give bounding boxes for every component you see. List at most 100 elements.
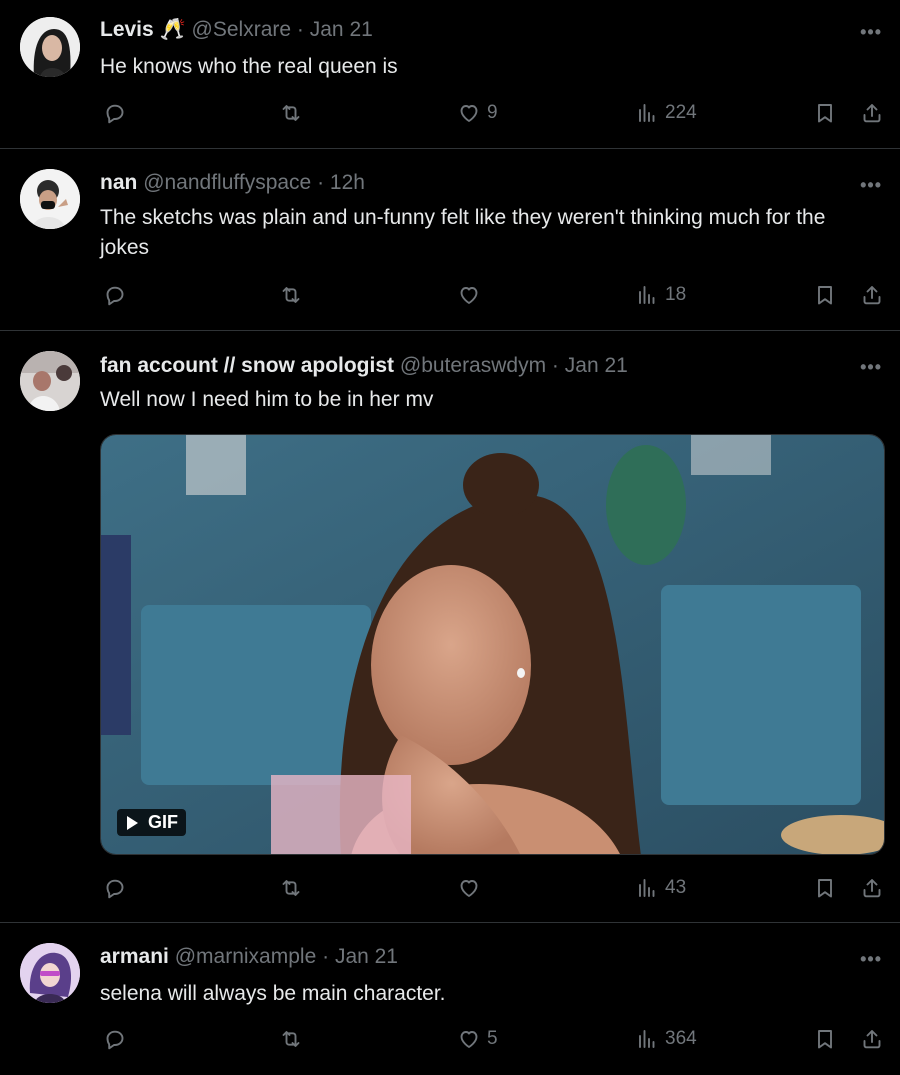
avatar[interactable] [20,169,80,229]
action-bar: 43 [0,876,900,906]
view-count: 364 [665,1028,697,1049]
separator: · [551,354,559,377]
gif-label: GIF [148,812,178,832]
avatar[interactable] [20,351,80,411]
like-icon [457,876,481,900]
views-button[interactable]: 224 [635,101,697,125]
avatar-photo [20,351,80,411]
action-bar: 5 364 [0,1027,900,1057]
views-icon [635,101,659,125]
like-icon [457,101,481,125]
repost-icon [279,876,303,900]
views-icon [635,283,659,307]
author-name[interactable]: Levis [100,18,154,41]
repost-icon [279,283,303,307]
author-handle[interactable]: @nandfluffyspace [143,171,311,194]
share-button[interactable] [860,283,884,307]
play-icon [127,815,138,830]
author-name[interactable]: nan [100,171,137,194]
repost-button[interactable] [279,283,309,307]
action-bar: 9 224 [0,101,900,131]
timestamp[interactable]: Jan 21 [565,354,628,377]
like-icon [457,1027,481,1051]
avatar-photo [20,17,80,77]
bookmark-button[interactable] [813,101,837,125]
bookmark-button[interactable] [813,283,837,307]
separator: · [322,945,330,968]
bookmark-icon [813,101,837,125]
share-icon [860,283,884,307]
bookmark-icon [813,876,837,900]
timestamp[interactable]: 12h [330,171,365,194]
reply-icon [103,876,127,900]
views-button[interactable]: 43 [635,876,686,900]
avatar-photo [20,169,80,229]
more-icon[interactable]: ••• [860,175,882,196]
author-name[interactable]: armani [100,945,169,968]
share-icon [860,876,884,900]
timestamp[interactable]: Jan 21 [335,945,398,968]
bookmark-icon [813,1027,837,1051]
reply-button[interactable] [103,283,133,307]
share-button[interactable] [860,101,884,125]
repost-button[interactable] [279,1027,309,1051]
repost-button[interactable] [279,876,309,900]
reply-icon [103,1027,127,1051]
reply-button[interactable] [103,1027,133,1051]
like-button[interactable] [457,876,487,900]
tweet-3[interactable]: fan account // snow apologist @buteraswd… [0,331,900,922]
more-icon[interactable]: ••• [860,357,882,378]
share-button[interactable] [860,876,884,900]
share-button[interactable] [860,1027,884,1051]
timestamp[interactable]: Jan 21 [310,18,373,41]
views-button[interactable]: 18 [635,283,686,307]
author-emoji: 🥂 [159,18,186,41]
author-handle[interactable]: @marnixample [175,945,317,968]
tweet-4[interactable]: armani @marnixample · Jan 21 ••• selena … [0,923,900,1075]
like-button[interactable]: 5 [457,1027,498,1051]
bookmark-button[interactable] [813,1027,837,1051]
tweet-text: selena will always be main character. [100,982,446,1005]
tweet-text: He knows who the real queen is [100,55,398,78]
views-icon [635,876,659,900]
repost-icon [279,101,303,125]
avatar[interactable] [20,943,80,1003]
tweet-2[interactable]: nan @nandfluffyspace · 12h ••• The sketc… [0,149,900,330]
more-icon[interactable]: ••• [860,949,882,970]
views-button[interactable]: 364 [635,1027,697,1051]
reply-button[interactable] [103,101,133,125]
views-icon [635,1027,659,1051]
share-icon [860,101,884,125]
reply-icon [103,101,127,125]
like-button[interactable] [457,283,487,307]
avatar-photo [20,943,80,1003]
separator: · [317,171,325,194]
avatar[interactable] [20,17,80,77]
view-count: 224 [665,102,697,123]
reply-icon [103,283,127,307]
separator: · [296,18,304,41]
like-icon [457,283,481,307]
tweet-1[interactable]: Levis 🥂 @Selxrare · Jan 21 ••• He knows … [0,0,900,148]
gif-badge[interactable]: GIF [117,809,186,836]
tweet-text: The sketchs was plain and un-funny felt … [100,206,826,259]
view-count: 18 [665,284,687,305]
like-count: 9 [487,102,498,123]
action-bar: 18 [0,283,900,313]
like-count: 5 [487,1028,498,1049]
more-icon[interactable]: ••• [860,22,882,43]
repost-button[interactable] [279,101,309,125]
view-count: 43 [665,877,687,898]
bookmark-button[interactable] [813,876,837,900]
author-handle[interactable]: @buteraswdym [400,354,546,377]
share-icon [860,1027,884,1051]
author-name[interactable]: fan account // snow apologist [100,354,394,377]
bookmark-icon [813,283,837,307]
repost-icon [279,1027,303,1051]
author-handle[interactable]: @Selxrare [192,18,292,41]
gif-media[interactable]: GIF [100,434,885,855]
like-button[interactable]: 9 [457,101,498,125]
reply-button[interactable] [103,876,133,900]
gif-image [101,435,884,854]
tweet-text: Well now I need him to be in her mv [100,388,434,411]
